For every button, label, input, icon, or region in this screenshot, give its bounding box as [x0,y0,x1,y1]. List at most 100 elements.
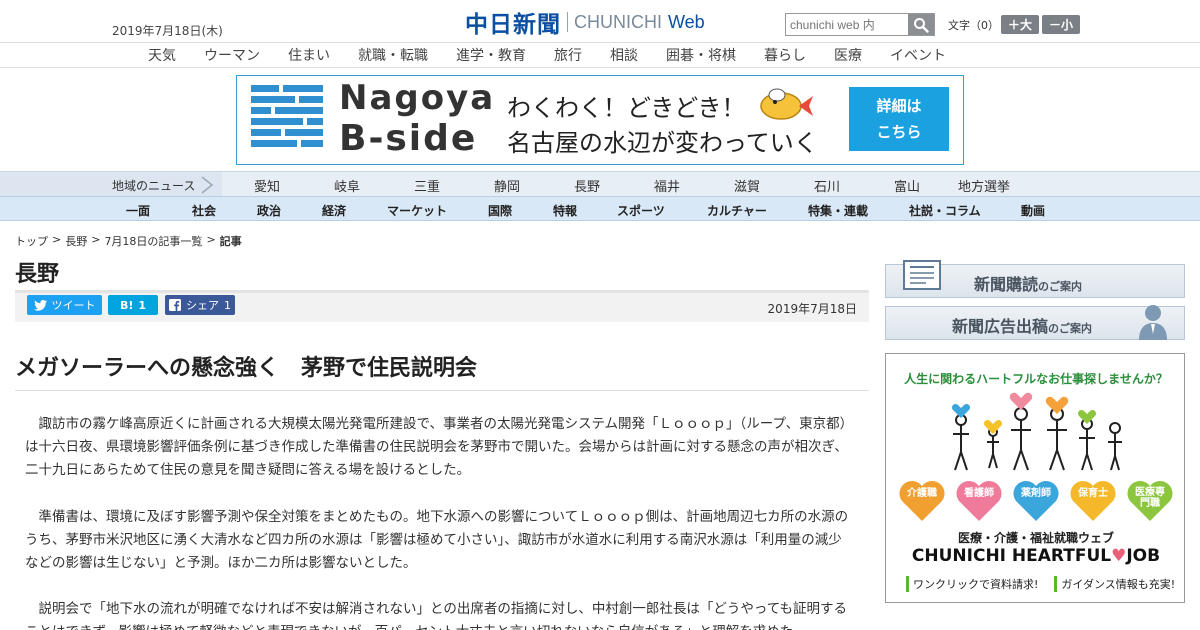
text-size-down-button[interactable]: －小 [1042,15,1080,34]
text-size-label: 文字（0） [948,19,999,32]
subscribe-label: 新聞購読 [974,275,1039,294]
banner-button-line1: 詳細は [876,97,922,115]
share-bar: ツイート B! 1 シェア 1 2019年7月18日 [15,290,869,322]
section-nav-item[interactable]: 一面 [126,202,150,219]
facebook-share-label: シェア [186,299,219,312]
twitter-bird-icon [33,299,47,311]
article-paragraph: 諏訪市の霧ケ峰高原近くに計画される大規模太陽光発電所建設で、事業者の太陽光発電シ… [25,416,848,478]
breadcrumb-link[interactable]: 7月18日の記事一覧 [104,233,202,249]
top-nav-item[interactable]: 囲碁・将棋 [666,45,736,65]
section-nav: 一面 社会 政治 経済 マーケット 国際 特報 スポーツ カルチャー 特集・連載… [0,196,1200,221]
role-label: 介護職 [907,488,937,499]
fried-shrimp-mascot-icon [760,88,813,120]
section-nav-item[interactable]: 経済 [322,202,346,219]
heartful-job-ad[interactable]: 人生に関わるハートフルなお仕事探しませんか？ 介護職 看護師 薬剤師 保育士 医… [885,353,1185,603]
banner-copy-line2: 名古屋の水辺が変わっていく [507,129,818,157]
top-nav-item[interactable]: 旅行 [554,45,582,65]
region-nav-item[interactable]: 長野 [574,176,600,195]
chevron-right-icon [201,176,214,194]
advertise-text: 新聞広告出稿のご案内 [952,313,1092,337]
region-nav-item[interactable]: 静岡 [494,176,520,195]
top-nav-item[interactable]: イベント [890,45,946,65]
site-header: 2019年7月18日(木) 中日新聞 CHUNICHI Web 文字（0） ＋大… [0,0,1200,42]
search-button[interactable] [908,14,934,35]
role-label: 看護師 [964,488,994,499]
top-nav-item[interactable]: 住まい [288,45,330,65]
section-nav-item[interactable]: 社説・コラム [909,202,981,219]
subscribe-info-button[interactable]: 新聞購読のご案内 [885,260,1185,298]
article-paragraph: 準備書は、環境に及ぼす影響予測や保全対策をまとめたもの。地下水源への影響について… [25,509,849,571]
nagoya-bside-banner[interactable]: Nagoya B-side わくわく！どきどき！ 名古屋の水辺が変わっていく 詳… [236,75,964,165]
top-nav-item[interactable]: ウーマン [204,45,260,65]
region-nav-item[interactable]: 愛知 [254,176,280,195]
job-ad-brand-a: CHUNICHI HEARTFUL [911,546,1112,566]
facebook-icon [169,299,181,311]
tweet-button[interactable]: ツイート [27,295,102,315]
article-paragraph: 説明会で「地下水の流れが明確でなければ不安は解消されない」との出席者の指摘に対し… [25,601,848,630]
breadcrumb-link[interactable]: 長野 [65,233,87,249]
job-ad-tagline: 人生に関わるハートフルなお仕事探しませんか？ [904,372,1168,386]
banner-button-line2: こちら [876,123,922,141]
hatena-bookmark-button[interactable]: B! 1 [108,295,158,315]
region-nav-item[interactable]: 滋賀 [734,176,760,195]
banner-details-button[interactable]: 詳細は こちら [849,87,949,151]
top-nav-item[interactable]: 進学・教育 [456,45,526,65]
region-nav-item[interactable]: 岐阜 [334,176,360,195]
banner-title-line2: B-side [339,118,478,159]
role-heart-badge[interactable]: 医療専門職 [1126,478,1174,522]
section-nav-item[interactable]: 国際 [488,202,512,219]
text-size-up-button[interactable]: ＋大 [1001,15,1039,34]
site-search [785,13,935,36]
headline-divider [15,390,869,391]
section-nav-item[interactable]: カルチャー [707,202,767,219]
region-nav-item[interactable]: 石川 [814,176,840,195]
top-nav-item[interactable]: 相談 [610,45,638,65]
region-nav-item[interactable]: 富山 [894,176,920,195]
hatena-count: 1 [138,298,147,312]
role-heart-badge[interactable]: 薬剤師 [1012,478,1060,522]
advertise-label: 新聞広告出稿 [952,317,1049,336]
businessman-icon [1139,305,1167,340]
top-nav-item[interactable]: 暮らし [764,45,806,65]
job-ad-bullet: ワンクリックで資料請求! [906,576,1038,592]
section-nav-item[interactable]: 動画 [1021,202,1045,219]
banner-title-line1: Nagoya [339,78,496,118]
facebook-share-count: 1 [224,298,231,312]
role-heart-badge[interactable]: 介護職 [898,478,946,522]
section-nav-item[interactable]: スポーツ [617,202,665,219]
heart-icon [1070,481,1116,521]
heart-icon: ♥ [1111,546,1127,566]
top-nav-item[interactable]: 就職・転職 [358,45,428,65]
family-figures-icon [951,392,1122,471]
section-nav-item[interactable]: 特集・連載 [808,202,868,219]
search-input[interactable] [786,14,908,35]
breadcrumb-separator: > [206,233,216,246]
advertise-info-button[interactable]: 新聞広告出稿のご案内 [885,305,1185,340]
logo-japanese: 中日新聞 [465,12,561,38]
region-nav-item[interactable]: 三重 [414,176,440,195]
region-nav-item[interactable]: 福井 [654,176,680,195]
section-nav-item[interactable]: 政治 [257,202,281,219]
banner-copy-line1: わくわく！どきどき！ [507,94,746,122]
breadcrumb-separator: > [52,233,62,246]
section-nav-item[interactable]: 特報 [553,202,577,219]
logo-divider [567,12,568,32]
region-nav-item[interactable]: 地方選挙 [958,176,1010,195]
breadcrumb-link[interactable]: トップ [15,233,48,249]
section-nav-item[interactable]: マーケット [387,202,447,219]
role-heart-badge[interactable]: 保育士 [1069,478,1117,522]
header-date: 2019年7月18日(木) [112,24,223,38]
region-nav-label: 地域のニュース [112,179,196,193]
top-nav-item[interactable]: 医療 [834,45,862,65]
logo-web: Web [668,11,705,32]
logo-english: CHUNICHI [574,11,662,32]
section-nav-item[interactable]: 社会 [192,202,216,219]
hatena-label: B! [119,298,134,312]
search-icon [914,17,929,33]
top-nav-item[interactable]: 天気 [148,45,176,65]
facebook-share-button[interactable]: シェア 1 [165,295,235,315]
article-headline: メガソーラーへの懸念強く 茅野で住民説明会 [15,356,478,381]
site-logo[interactable]: 中日新聞 CHUNICHI Web [465,8,705,39]
newspaper-reader-icon [903,260,941,290]
role-heart-badge[interactable]: 看護師 [955,478,1003,522]
